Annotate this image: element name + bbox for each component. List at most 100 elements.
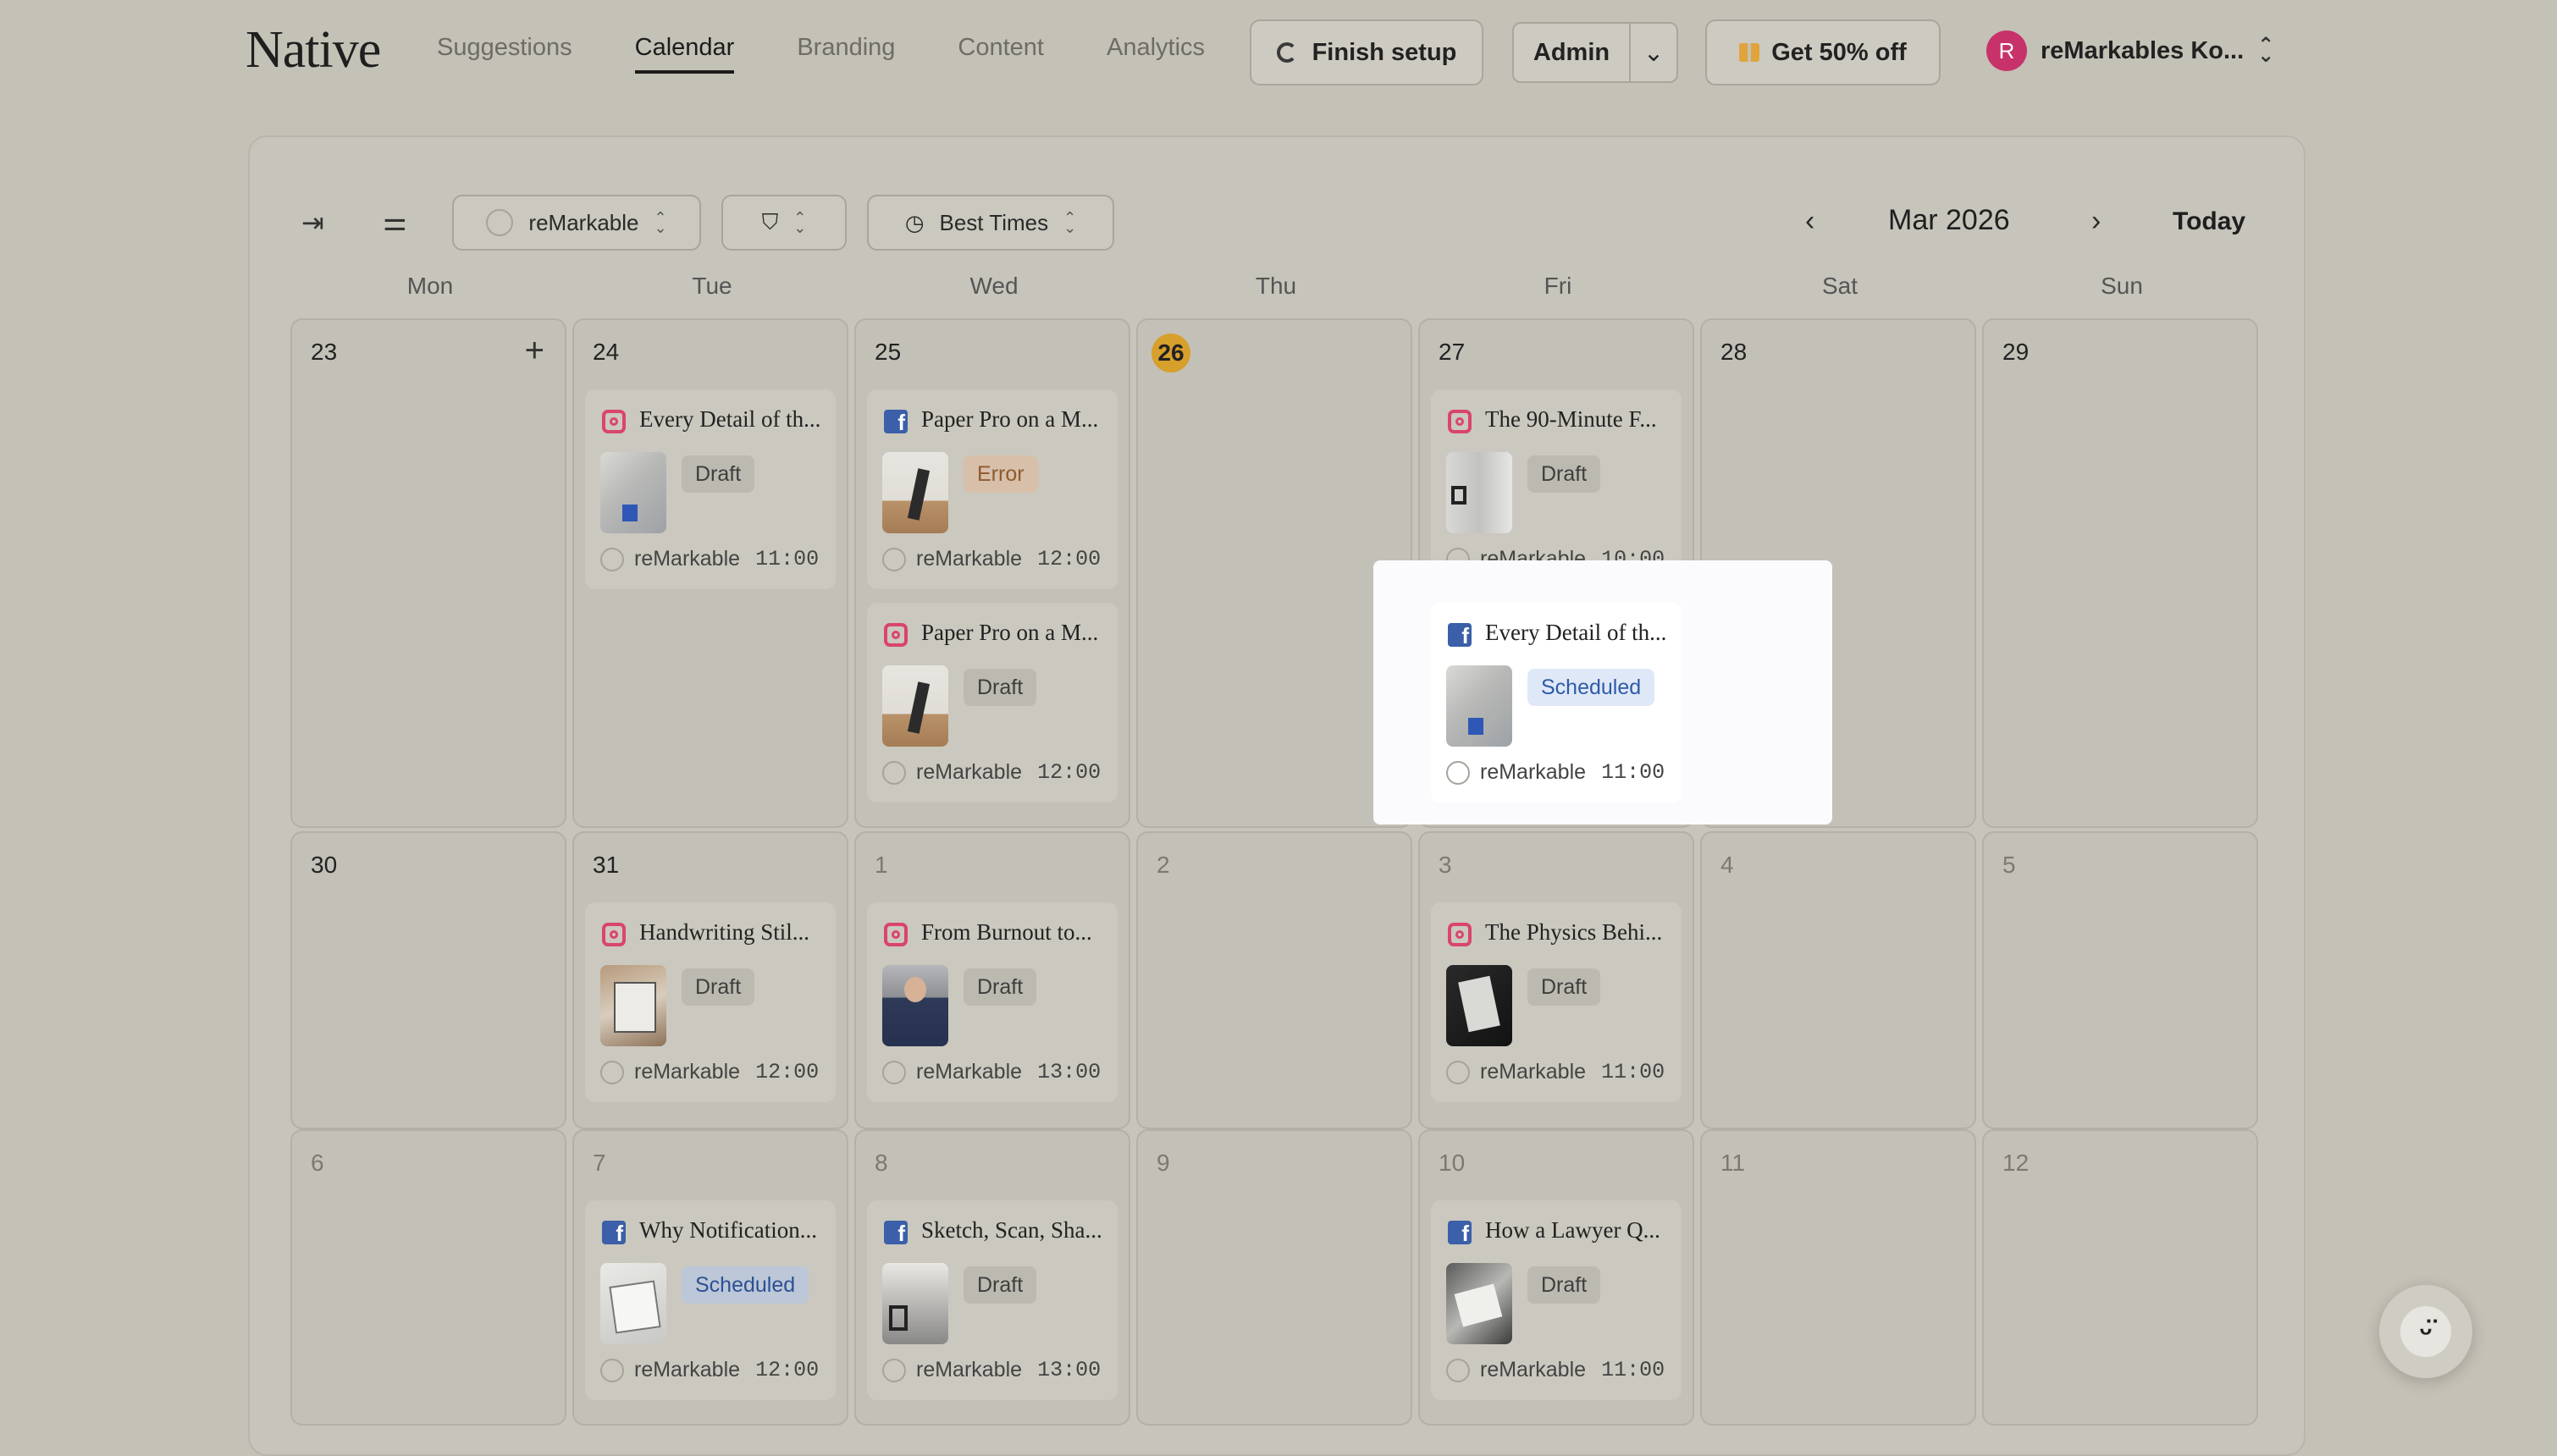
post-card[interactable]: f Sketch, Scan, Sha... Draft reMarkable 1… <box>867 1200 1118 1400</box>
nav-calendar[interactable]: Calendar <box>634 34 735 74</box>
day-cell-today[interactable]: 26 <box>1136 318 1412 828</box>
post-card[interactable]: f How a Lawyer Q... Draft reMarkable 11:0… <box>1431 1200 1682 1400</box>
facebook-icon: f <box>884 1221 908 1246</box>
chevron-down-icon: ⌄ <box>1643 39 1665 67</box>
post-title: Handwriting Stil... <box>639 919 809 945</box>
post-card[interactable]: From Burnout to... Draft reMarkable 13:00 <box>867 902 1118 1102</box>
profile-avatar <box>486 209 514 236</box>
day-cell[interactable]: 30 <box>290 831 566 1129</box>
post-meta: reMarkable 11:00 <box>1446 1358 1665 1382</box>
nav-branding[interactable]: Branding <box>797 34 895 74</box>
help-chat-button[interactable]: ᵕ̈ <box>2379 1285 2472 1378</box>
weekday-header: Fri <box>1544 273 1572 299</box>
instagram-icon <box>1448 410 1472 433</box>
post-account: reMarkable <box>634 1060 741 1084</box>
day-cell[interactable]: 4 <box>1700 831 1976 1129</box>
day-cell[interactable]: 12 <box>1982 1129 2258 1426</box>
best-times-select[interactable]: ◷ Best Times ⌃ ⌄ <box>867 195 1114 251</box>
post-thumbnail <box>1446 1263 1512 1344</box>
filter-icon: ⛉ <box>761 209 779 234</box>
day-number: 27 <box>1439 339 1466 365</box>
status-badge: Draft <box>1527 968 1601 1006</box>
best-times-label: Best Times <box>939 209 1049 235</box>
finish-setup-label: Finish setup <box>1312 38 1457 66</box>
profile-avatar <box>882 1060 906 1084</box>
day-number: 11 <box>1720 1150 1746 1176</box>
profile-avatar <box>600 547 624 571</box>
post-time: 13:00 <box>1037 1358 1102 1382</box>
profile-avatar <box>882 760 906 785</box>
status-badge: Scheduled <box>682 1266 809 1304</box>
nav-content[interactable]: Content <box>958 34 1044 74</box>
post-time: 12:00 <box>1037 547 1102 571</box>
post-meta: reMarkable 13:00 <box>882 1358 1101 1382</box>
facebook-icon: f <box>1448 1221 1472 1246</box>
post-thumbnail <box>882 1263 948 1344</box>
post-meta: reMarkable 12:00 <box>600 1358 819 1382</box>
post-meta: reMarkable 11:00 <box>1446 760 1665 785</box>
weekday-header: Sat <box>1821 273 1858 299</box>
gift-icon <box>1739 43 1760 62</box>
day-cell[interactable]: 5 <box>1982 831 2258 1129</box>
status-badge: Draft <box>964 968 1037 1006</box>
finish-setup-button[interactable]: Finish setup <box>1250 19 1483 85</box>
post-title: Paper Pro on a M... <box>921 406 1099 432</box>
post-title: Every Detail of th... <box>1485 620 1667 645</box>
account-switcher[interactable]: R reMarkables Ko... ⌃ ⌄ <box>1986 30 2274 71</box>
admin-dropdown-button[interactable]: ⌄ <box>1629 22 1678 83</box>
weekday-header: Mon <box>406 273 454 299</box>
collapse-sidebar-icon[interactable]: ⇥ <box>301 207 324 239</box>
post-time: 12:00 <box>755 1358 820 1382</box>
post-meta: reMarkable 13:00 <box>882 1060 1101 1084</box>
facebook-icon: f <box>884 410 908 435</box>
day-number: 7 <box>593 1150 606 1176</box>
filter-button[interactable]: ⛉ ⌃ ⌄ <box>721 195 847 251</box>
chevron-up-down-icon: ⌃ ⌄ <box>654 209 667 236</box>
sliders-icon[interactable]: ⚌ <box>383 205 407 237</box>
post-card[interactable]: The 90-Minute F... Draft reMarkable 10:00 <box>1431 389 1682 589</box>
profile-filter[interactable]: reMarkable ⌃ ⌄ <box>452 195 701 251</box>
day-cell[interactable]: 11 <box>1700 1129 1976 1426</box>
day-cell[interactable]: 2 <box>1136 831 1412 1129</box>
post-card[interactable]: f Why Notification... Scheduled reMarkab… <box>585 1200 836 1400</box>
day-cell[interactable]: 29 <box>1982 318 2258 828</box>
post-card[interactable]: f Paper Pro on a M... Error reMarkable 12… <box>867 389 1118 589</box>
chevron-left-icon[interactable]: ‹ <box>1805 205 1814 238</box>
main-nav: Suggestions Calendar Branding Content An… <box>437 34 1205 74</box>
instagram-icon <box>1448 923 1472 946</box>
day-cell[interactable]: 9 <box>1136 1129 1412 1426</box>
app-logo[interactable]: Native <box>246 20 381 80</box>
post-card-selected[interactable]: f Every Detail of th... Scheduled reMark… <box>1431 603 1682 802</box>
plus-icon[interactable]: + <box>525 332 544 370</box>
day-number: 10 <box>1439 1150 1466 1176</box>
today-button[interactable]: Today <box>2173 207 2245 236</box>
status-badge: Draft <box>1527 455 1601 493</box>
post-card[interactable]: The Physics Behi... Draft reMarkable 11:0… <box>1431 902 1682 1102</box>
nav-analytics[interactable]: Analytics <box>1107 34 1205 74</box>
post-card[interactable]: Paper Pro on a M... Draft reMarkable 12:0… <box>867 603 1118 802</box>
post-time: 11:00 <box>755 547 820 571</box>
post-time: 11:00 <box>1601 760 1665 785</box>
day-cell[interactable]: 6 <box>290 1129 566 1426</box>
status-badge: Scheduled <box>1527 669 1655 706</box>
admin-button[interactable]: Admin <box>1512 22 1631 83</box>
day-number: 28 <box>1720 339 1748 365</box>
chevron-up-down-icon: ⌃ ⌄ <box>2257 34 2275 67</box>
post-title: Why Notification... <box>639 1217 817 1243</box>
post-card[interactable]: Handwriting Stil... Draft reMarkable 12:0… <box>585 902 836 1102</box>
chevron-right-icon[interactable]: › <box>2091 205 2101 238</box>
nav-suggestions[interactable]: Suggestions <box>437 34 572 74</box>
weekday-header: Wed <box>969 273 1019 299</box>
weekday-header: Tue <box>692 273 732 299</box>
post-title: From Burnout to... <box>921 919 1092 945</box>
offer-button[interactable]: Get 50% off <box>1705 19 1941 85</box>
day-cell[interactable]: 23 + <box>290 318 566 828</box>
post-card[interactable]: Every Detail of th... Draft reMarkable 11… <box>585 389 836 589</box>
weekday-header: Thu <box>1255 273 1297 299</box>
offer-label: Get 50% off <box>1771 38 1907 66</box>
facebook-icon: f <box>1448 623 1472 648</box>
post-account: reMarkable <box>634 1358 741 1382</box>
day-number: 1 <box>875 852 888 878</box>
month-title: Mar 2026 <box>1888 204 2010 236</box>
post-thumbnail <box>882 665 948 747</box>
